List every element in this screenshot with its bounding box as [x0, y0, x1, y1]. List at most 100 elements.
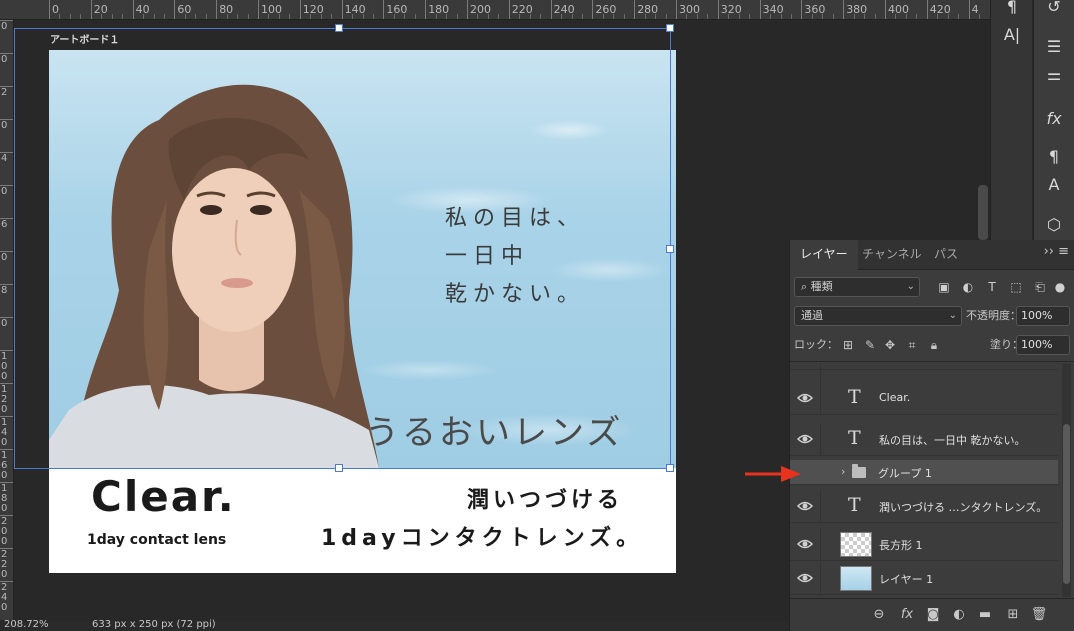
ruler-minor-tick — [728, 14, 730, 19]
scrollbar-thumb[interactable] — [1063, 424, 1070, 584]
filter-smart-object-icon[interactable]: ⎗ — [1032, 279, 1048, 295]
ruler-tick: 2 4 0 — [0, 581, 13, 613]
blend-mode-select[interactable]: 通過 ⌄ — [794, 306, 962, 326]
paragraph-styles-icon[interactable]: ¶ — [1039, 144, 1069, 170]
layer-list[interactable]: T Clear. T 私の目は、一日中 乾かない。 › グループ 1 T 潤いつ… — [790, 364, 1058, 597]
ruler-tick-label: 4 — [971, 3, 979, 16]
layer-name[interactable]: 私の目は、一日中 乾かない。 — [879, 432, 1026, 448]
new-adjustment-layer-icon[interactable]: ◐ — [950, 606, 968, 624]
ruler-tick: 60 — [174, 0, 191, 19]
new-group-folder-icon[interactable]: ▬ — [976, 606, 994, 624]
vertical-ruler[interactable]: 0 0 2 0 4 0 6 0 8 0 1 0 0 1 2 0 1 4 0 1 6 0 1 8 0 2 0 0… — [0, 20, 14, 620]
lock-transparent-icon[interactable]: ⊞ — [840, 335, 856, 355]
ruler-tick-label: 2 0 0 — [1, 516, 8, 547]
add-mask-icon[interactable]: ◙ — [924, 606, 942, 624]
character-icon[interactable]: A| — [997, 22, 1027, 48]
horizontal-ruler[interactable]: 0 20 40 60 80 100 120 140 160 180 200 220 240 260 280 3… — [0, 0, 990, 20]
ruler-minor-tick — [456, 14, 458, 19]
transform-handle-bottom-right[interactable] — [666, 464, 674, 472]
ruler-minor-tick — [581, 14, 583, 19]
uruoi-lens-text[interactable]: うるおいレンズ — [365, 405, 623, 454]
lock-position-move-icon[interactable]: ✥ — [882, 335, 898, 355]
collapsed-panel-strip: ¶ A| — [990, 0, 1032, 240]
ruler-minor-tick — [895, 14, 897, 19]
canvas-vertical-scrollbar[interactable] — [978, 185, 988, 240]
layer-name[interactable]: 長方形 1 — [879, 537, 923, 553]
document-size[interactable]: 633 px x 250 px (72 ppi) — [92, 619, 216, 630]
layer-row-clear[interactable]: T Clear. — [790, 382, 1058, 415]
tab-paths[interactable]: パス — [924, 240, 968, 270]
layer-name[interactable]: レイヤー 1 — [879, 571, 933, 587]
opacity-label: 不透明度： — [966, 309, 1021, 322]
brand-logo-text[interactable]: Clear. — [91, 472, 236, 521]
ruler-tick: 4 — [968, 0, 979, 19]
opacity-input[interactable]: 100% — [1016, 306, 1070, 326]
ruler-minor-tick — [393, 14, 395, 19]
chevron-right-icon[interactable]: › — [841, 465, 845, 478]
ruler-minor-tick — [644, 14, 646, 19]
layer-row-rectangle-1[interactable]: 長方形 1 — [790, 528, 1058, 561]
main-copy-text[interactable]: 私の目は、 一日中 乾かない。 — [445, 200, 585, 314]
filter-kind-select[interactable]: ⌕ 種類 ⌄ — [794, 277, 920, 297]
layer-name[interactable]: 潤いつづける …ンタクトレンズ。 — [879, 499, 1047, 515]
ruler-minor-tick — [111, 14, 113, 19]
artboard-label[interactable]: アートボード１ — [50, 31, 119, 46]
paragraph-icon[interactable]: ¶ — [997, 0, 1027, 20]
visibility-eye-icon[interactable] — [797, 432, 813, 446]
layer-row-main-copy[interactable]: T 私の目は、一日中 乾かない。 — [790, 423, 1058, 456]
panel-menu-icon[interactable]: ›› ≡ — [1044, 244, 1069, 259]
transform-handle-middle-right[interactable] — [666, 245, 674, 253]
tagline-line-2[interactable]: 1dayコンタクトレンズ。 — [321, 520, 643, 552]
ruler-tick-label: 0 — [1, 21, 8, 32]
visibility-eye-icon[interactable] — [797, 571, 813, 585]
character-styles-icon[interactable]: A — [1039, 172, 1069, 198]
artboard[interactable]: 私の目は、 一日中 乾かない。 うるおいレンズ Clear. 1day cont… — [49, 50, 676, 573]
layer-row-partial[interactable] — [790, 364, 1058, 387]
layer-row-tagline[interactable]: T 潤いつづける …ンタクトレンズ。 — [790, 490, 1058, 523]
transform-handle-bottom-center[interactable] — [335, 464, 343, 472]
layer-row-layer-1[interactable]: レイヤー 1 — [790, 562, 1058, 595]
visibility-eye-icon[interactable] — [797, 391, 813, 405]
layer-name[interactable]: Clear. — [879, 391, 910, 404]
ruler-tick: 1 2 0 — [0, 383, 13, 415]
3d-cube-icon[interactable]: ⬡ — [1039, 212, 1069, 238]
horizontal-guide[interactable] — [14, 468, 674, 469]
fill-input[interactable]: 100% — [1016, 335, 1070, 355]
history-icon[interactable]: ↺ — [1039, 0, 1069, 20]
adjustments-icon[interactable]: ⚌ — [1039, 62, 1069, 88]
ruler-tick: 0 — [0, 317, 13, 329]
layer-name[interactable]: グループ 1 — [878, 465, 932, 481]
filter-toggle-icon[interactable]: ● — [1052, 279, 1068, 295]
lock-artboard-icon[interactable]: ⌗ — [904, 335, 920, 355]
filter-pixel-icon[interactable]: ▣ — [936, 279, 952, 295]
new-layer-icon[interactable]: ⊞ — [1004, 606, 1022, 624]
link-layers-icon[interactable]: ⊖ — [870, 606, 888, 624]
lock-image-brush-icon[interactable]: ✎ — [862, 335, 878, 355]
tagline-line-1[interactable]: 潤いつづける — [467, 482, 623, 514]
tab-channels[interactable]: チャンネル — [852, 240, 932, 270]
status-bar: 208.72% 633 px x 250 px (72 ppi) — [0, 619, 790, 631]
delete-layer-trash-icon[interactable]: 🗑︎ — [1030, 606, 1048, 624]
tab-layers[interactable]: レイヤー — [790, 240, 858, 270]
ruler-tick-label: 4 — [1, 153, 8, 164]
fx-icon[interactable]: fx — [898, 606, 916, 624]
visibility-eye-icon[interactable] — [797, 499, 813, 513]
transform-handle-top-center[interactable] — [335, 24, 343, 32]
ruler-minor-tick — [529, 14, 531, 19]
layer-row-group-1[interactable]: › グループ 1 — [790, 460, 1058, 485]
ruler-minor-tick — [822, 14, 824, 19]
lock-all-icon[interactable]: 🔒︎ — [926, 335, 942, 355]
styles-fx-icon[interactable]: fx — [1039, 106, 1069, 132]
brand-subtitle-text[interactable]: 1day contact lens — [87, 532, 226, 548]
layers-bottom-toolbar: ⊖ fx ◙ ◐ ▬ ⊞ 🗑︎ — [790, 598, 1074, 631]
visibility-eye-icon[interactable] — [797, 537, 813, 551]
layer-list-scrollbar[interactable] — [1062, 364, 1071, 597]
ruler-tick: 0 — [49, 0, 59, 19]
filter-adjustment-icon[interactable]: ◐ — [960, 279, 976, 295]
filter-type-icon[interactable]: T — [984, 279, 1000, 295]
properties-icon[interactable]: ☰ — [1039, 34, 1069, 60]
ruler-minor-tick — [864, 14, 866, 19]
zoom-level[interactable]: 208.72% — [4, 619, 49, 630]
transform-handle-top-right[interactable] — [666, 24, 674, 32]
filter-shape-icon[interactable]: ⬚ — [1008, 279, 1024, 295]
